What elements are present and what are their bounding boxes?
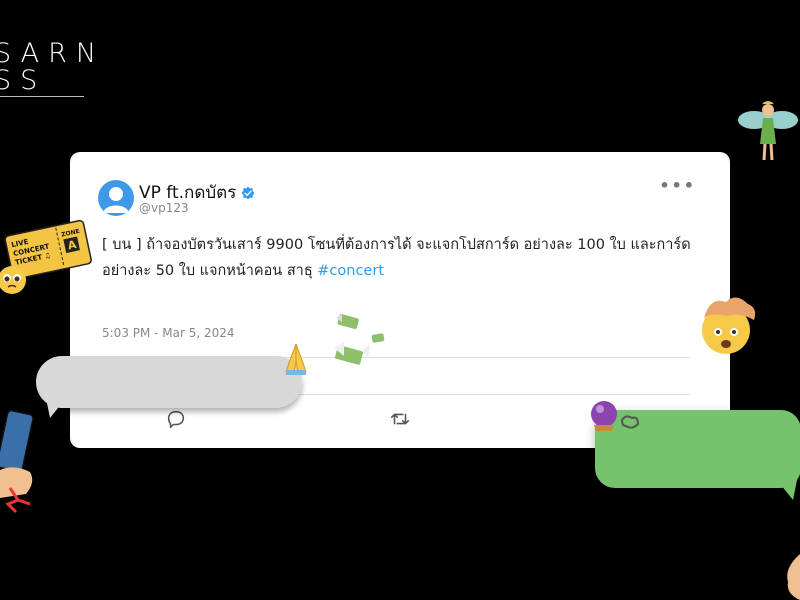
comment-icon[interactable] — [165, 408, 187, 430]
brand-underline — [0, 96, 84, 97]
crystal-ball-icon — [591, 401, 640, 431]
pleading-face-icon — [0, 266, 26, 294]
folded-hands-icon — [285, 343, 307, 375]
hashtag-link[interactable]: #concert — [317, 263, 384, 279]
phone-in-hand-icon — [0, 409, 34, 514]
timestamp[interactable]: 5:03 PM - Mar 5, 2024 — [102, 326, 235, 340]
tweet-actions — [165, 408, 635, 430]
exploding-head-icon — [702, 297, 756, 354]
fairy-icon — [738, 101, 798, 161]
avatar[interactable] — [98, 180, 134, 216]
verified-badge-icon — [241, 186, 255, 199]
user-handle[interactable]: @vp123 — [139, 201, 189, 215]
retweet-icon[interactable] — [389, 408, 411, 430]
gray-chat-bubble — [36, 356, 302, 408]
tweet-body: [ บน ] ถ้าจองบัตรวันเสาร์ 9900 โซนที่ต้อ… — [102, 237, 691, 279]
hand-icon — [787, 554, 800, 600]
brand-line-1: SARN — [0, 38, 106, 69]
money-with-wings-icon — [334, 314, 385, 365]
brand-logo: SARN SS — [0, 38, 106, 97]
tweet-text: [ บน ] ถ้าจองบัตรวันเสาร์ 9900 โซนที่ต้อ… — [102, 232, 702, 284]
user-icon — [103, 187, 129, 213]
more-options-button[interactable]: ••• — [659, 176, 696, 195]
brand-line-2: SS — [0, 65, 47, 96]
